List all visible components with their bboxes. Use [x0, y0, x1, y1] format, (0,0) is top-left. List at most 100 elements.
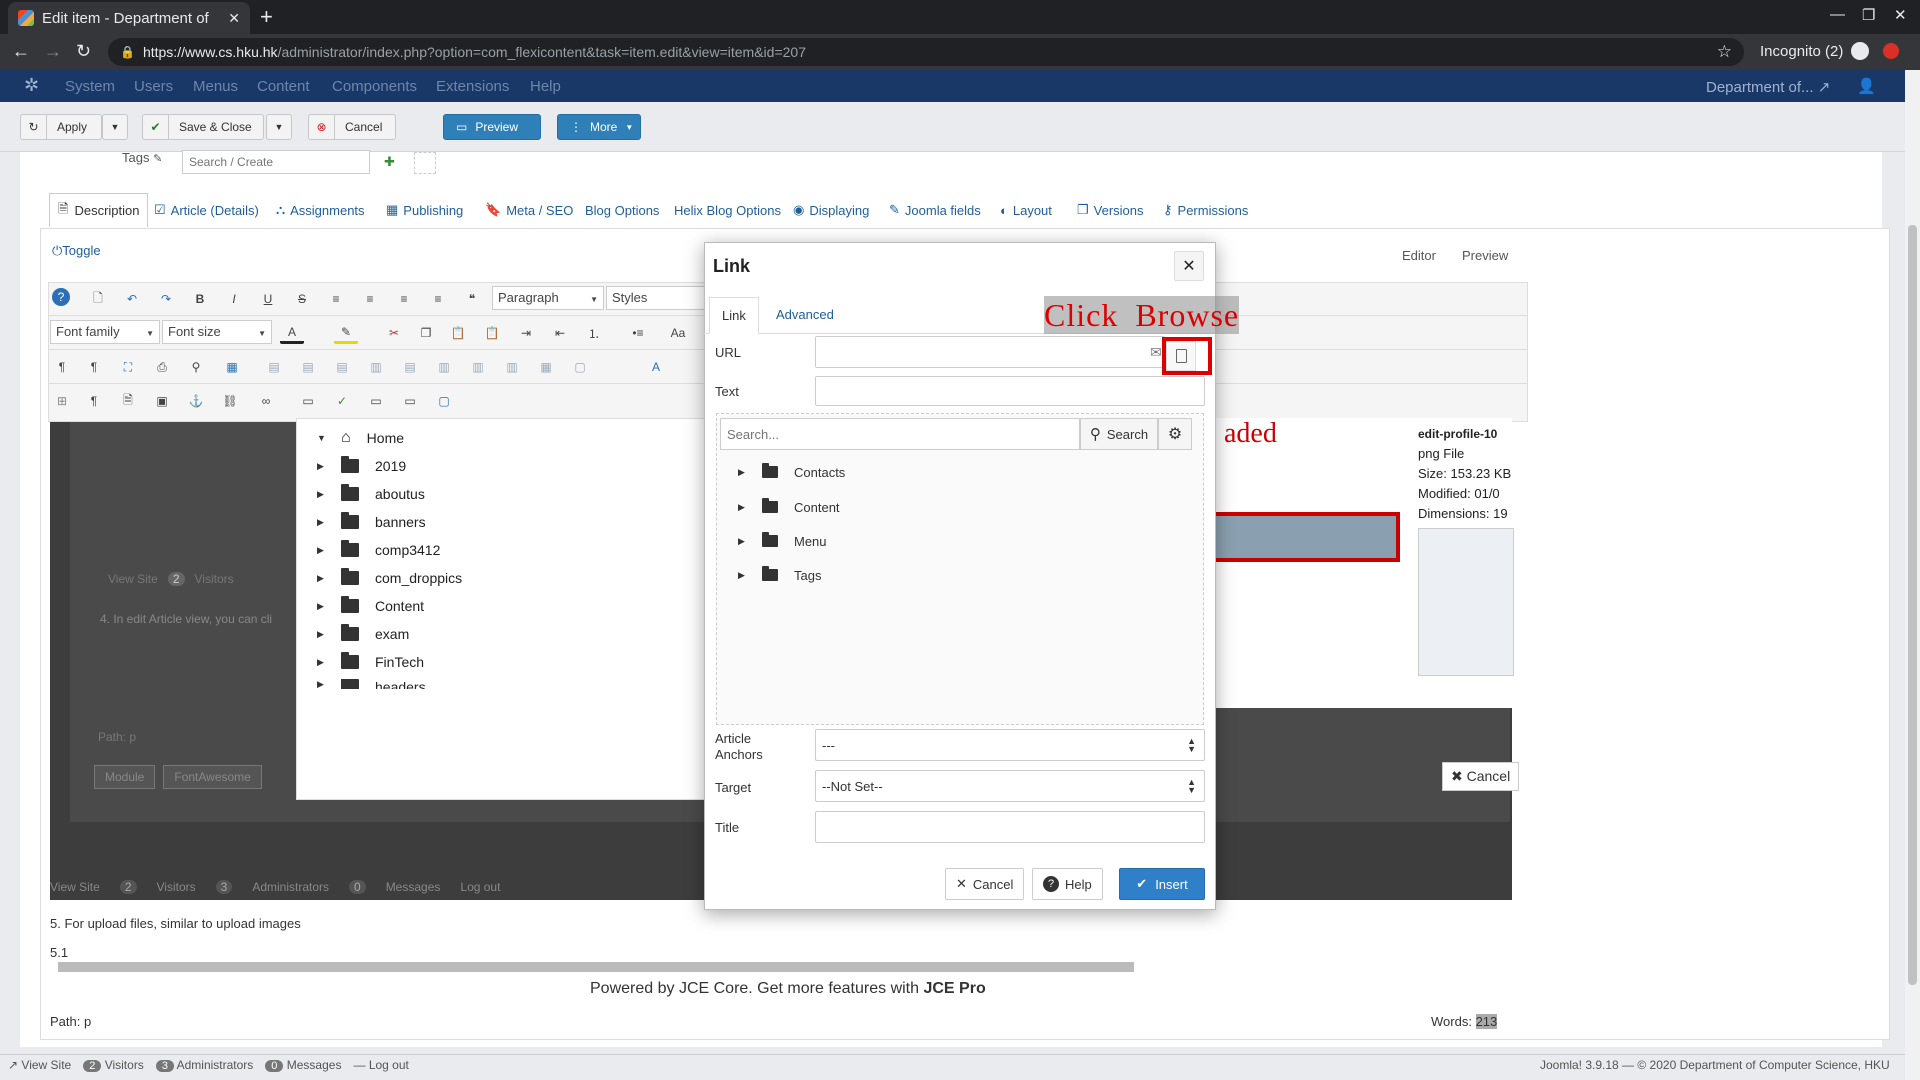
- tab-link[interactable]: Link: [709, 297, 759, 334]
- status-logout[interactable]: — Log out: [353, 1058, 408, 1072]
- title-input[interactable]: [815, 811, 1205, 843]
- paste-text-icon[interactable]: 📋: [480, 322, 504, 344]
- align-right-icon[interactable]: ≡: [426, 288, 450, 310]
- help-icon[interactable]: ?: [52, 288, 70, 306]
- tab-layout[interactable]: ◐ Layout: [994, 196, 1058, 224]
- table-cell-props-icon[interactable]: ▤: [296, 356, 320, 378]
- table-split-icon[interactable]: ▥: [466, 356, 490, 378]
- hr-icon[interactable]: ▭: [364, 390, 388, 412]
- tree-item-folder[interactable]: ▶ headers: [317, 679, 426, 689]
- undo-icon[interactable]: ↶: [120, 288, 144, 310]
- align-justify-icon[interactable]: ≡: [324, 288, 348, 310]
- reload-icon[interactable]: ↻: [76, 41, 91, 62]
- tab-assignments[interactable]: ⛬ Assignments: [270, 196, 371, 224]
- nonbreaking-icon[interactable]: ¶: [82, 390, 106, 412]
- status-messages[interactable]: 0 Messages: [265, 1058, 341, 1072]
- editor-mode-link[interactable]: Editor: [1402, 248, 1436, 263]
- tab-blog-options[interactable]: Blog Options: [579, 196, 665, 224]
- site-link[interactable]: Department of... ↗: [1706, 78, 1830, 96]
- format-select[interactable]: Paragraph ▼: [492, 286, 604, 310]
- tab-advanced[interactable]: Advanced: [776, 307, 834, 322]
- tab-meta-seo[interactable]: 🔖 Meta / SEO: [479, 196, 579, 224]
- text-input[interactable]: [815, 376, 1205, 406]
- menu-content[interactable]: Content: [257, 78, 310, 95]
- toggle-editor-link[interactable]: ⏻Toggle: [52, 243, 101, 259]
- target-select[interactable]: --Not Set-- ▲ ▼: [815, 770, 1205, 802]
- insert-button[interactable]: ✔ Insert: [1119, 868, 1205, 900]
- template-icon[interactable]: 🗎: [116, 390, 140, 412]
- tab-displaying[interactable]: ◉ Displaying: [787, 196, 875, 224]
- tab-versions[interactable]: ❐ Versions: [1071, 196, 1150, 224]
- new-tab-icon[interactable]: +: [260, 4, 273, 30]
- cancel-toolbar-button[interactable]: ⊗ Cancel: [308, 114, 396, 140]
- menu-menus[interactable]: Menus: [193, 78, 238, 95]
- tab-article-details[interactable]: ☑ Article (Details): [148, 196, 265, 224]
- dialog-cancel-button[interactable]: ✕ Cancel: [945, 868, 1025, 900]
- bullet-list-icon[interactable]: •≡: [626, 322, 650, 344]
- blockquote-icon[interactable]: ❝: [460, 288, 484, 310]
- search-replace-icon[interactable]: ⚲: [184, 356, 208, 378]
- status-administrators[interactable]: 3 Administrators: [155, 1058, 253, 1072]
- link-icon[interactable]: ∞: [254, 390, 278, 412]
- strikethrough-icon[interactable]: S: [290, 288, 314, 310]
- font-size-select[interactable]: Font size ▼: [162, 320, 272, 344]
- back-icon[interactable]: ←: [12, 41, 30, 62]
- table-border-icon[interactable]: ▢: [568, 356, 592, 378]
- highlight-color-icon[interactable]: ✎: [334, 322, 358, 344]
- link-search-input[interactable]: [720, 418, 1080, 450]
- table-insert-row-icon[interactable]: ▤: [330, 356, 354, 378]
- search-options-button[interactable]: ⚙: [1158, 418, 1192, 450]
- browser-tab[interactable]: Edit item - Department of ✕: [8, 2, 250, 34]
- tree-item-folder[interactable]: ▶ banners: [317, 511, 426, 533]
- align-center-icon[interactable]: ≡: [358, 288, 382, 310]
- text-color-icon[interactable]: A: [280, 322, 304, 344]
- cut-icon[interactable]: ✂: [382, 322, 406, 344]
- user-icon[interactable]: 👤: [1857, 77, 1876, 95]
- extension-icon[interactable]: [1883, 43, 1900, 59]
- fullscreen-icon[interactable]: ⛶: [116, 356, 140, 378]
- table-cells-icon[interactable]: ▦: [534, 356, 558, 378]
- tree-item-folder[interactable]: ▶ FinTech: [317, 651, 424, 673]
- table-row-props-icon[interactable]: ▤: [262, 356, 286, 378]
- bookmark-star-icon[interactable]: ☆: [1717, 42, 1732, 62]
- link-tree-menu[interactable]: ▶ Menu: [738, 530, 827, 552]
- tree-item-home[interactable]: ▼ ⌂ Home: [317, 427, 404, 449]
- tree-item-folder[interactable]: ▶ Content: [317, 595, 424, 617]
- link-tree-tags[interactable]: ▶ Tags: [738, 564, 821, 586]
- maximize-icon[interactable]: ❐: [1862, 6, 1875, 24]
- table-insert-col-icon[interactable]: ▥: [364, 356, 388, 378]
- numbered-list-icon[interactable]: ⒈: [582, 322, 606, 344]
- anchors-select[interactable]: --- ▲ ▼: [815, 729, 1205, 761]
- unlink-icon[interactable]: ⛓: [218, 390, 242, 412]
- paragraph-rtl-icon[interactable]: ¶: [82, 356, 106, 378]
- table-icon[interactable]: ▦: [220, 356, 244, 378]
- paragraph-ltr-icon[interactable]: ¶: [50, 356, 74, 378]
- status-view-site[interactable]: ↗ View Site: [8, 1058, 71, 1072]
- preview-mode-link[interactable]: Preview: [1462, 248, 1508, 263]
- page-scrollbar-thumb[interactable]: [1908, 225, 1917, 985]
- menu-system[interactable]: System: [65, 78, 115, 95]
- table-delete-col-icon[interactable]: ▥: [432, 356, 456, 378]
- incognito-indicator[interactable]: Incognito (2): [1760, 42, 1900, 60]
- omnibox[interactable]: 🔒 https://www.cs.hku.hk/administrator/in…: [108, 38, 1744, 66]
- tab-permissions[interactable]: ⚷ Permissions: [1157, 196, 1254, 224]
- preview-toolbar-button[interactable]: ▭ Preview: [443, 114, 541, 140]
- table-delete-row-icon[interactable]: ▤: [398, 356, 422, 378]
- tree-item-folder[interactable]: ▶ exam: [317, 623, 409, 645]
- horizontal-scrollbar[interactable]: [58, 962, 1134, 972]
- redo-icon[interactable]: ↷: [154, 288, 178, 310]
- save-close-button[interactable]: ✔ Save & Close: [142, 114, 264, 140]
- italic-icon[interactable]: I: [222, 288, 246, 310]
- tree-item-folder[interactable]: ▶ comp3412: [317, 539, 440, 561]
- close-window-icon[interactable]: ✕: [1894, 6, 1907, 24]
- menu-extensions[interactable]: Extensions: [436, 78, 509, 95]
- tab-joomla-fields[interactable]: ✎ Joomla fields: [883, 196, 987, 224]
- image-icon[interactable]: ▣: [150, 390, 174, 412]
- joomla-logo-icon[interactable]: ✲: [24, 75, 39, 96]
- dialog-help-button[interactable]: ? Help: [1032, 868, 1103, 900]
- visual-aid-icon[interactable]: ⊞: [50, 390, 74, 412]
- minimize-icon[interactable]: —: [1830, 6, 1845, 23]
- tree-item-folder[interactable]: ▶ 2019: [317, 455, 406, 477]
- tags-input[interactable]: [182, 150, 370, 174]
- print-icon[interactable]: ⎙: [150, 356, 174, 378]
